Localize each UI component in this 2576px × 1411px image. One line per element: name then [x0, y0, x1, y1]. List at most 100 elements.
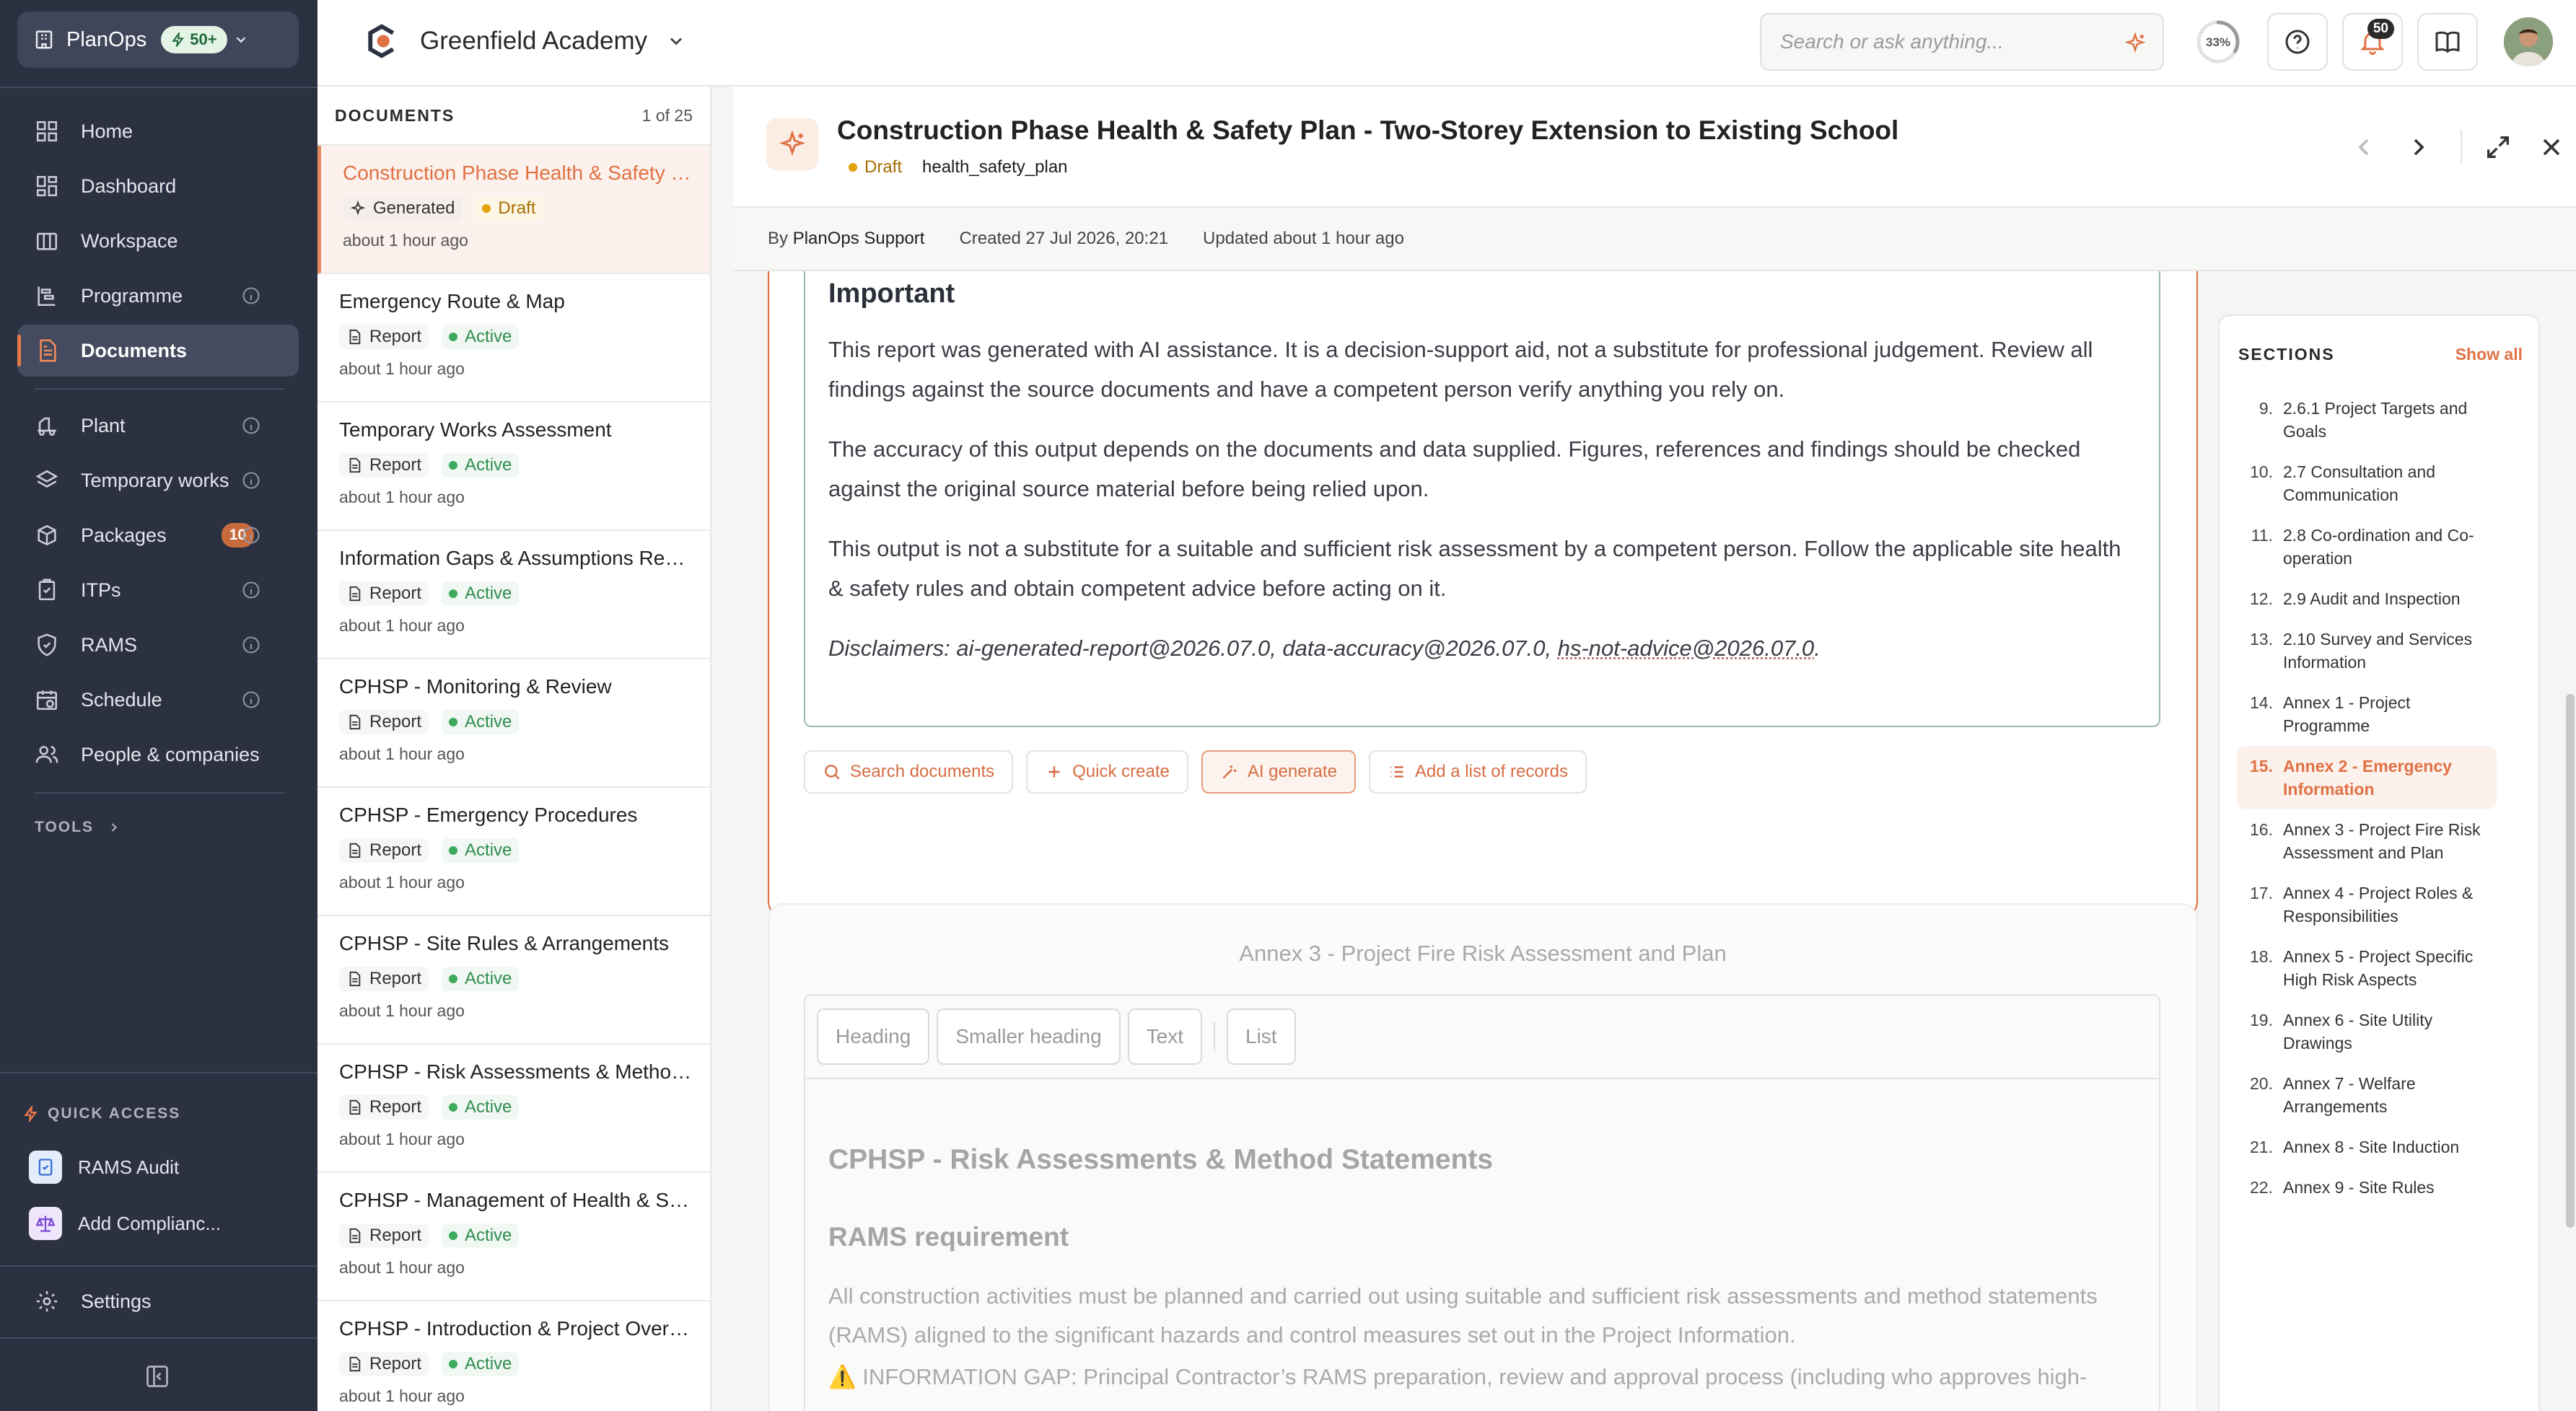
- section-link[interactable]: 13. 2.10 Survey and Services Information: [2237, 619, 2497, 682]
- sections-panel: SECTIONS Show all 9. 2.6.1 Project Target…: [2218, 315, 2540, 1411]
- section-label: 2.9 Audit and Inspection: [2283, 589, 2461, 608]
- add-list-of-records-button[interactable]: Add a list of records: [1368, 750, 1587, 794]
- chevron-left-icon[interactable]: [2349, 133, 2378, 162]
- section-link[interactable]: 22. Annex 9 - Site Rules: [2237, 1167, 2497, 1208]
- status-badge: Active: [442, 581, 520, 606]
- sidebar: PlanOps 50+ Home Dashboard Workspace Pro…: [0, 0, 317, 1411]
- document-list-item[interactable]: Temporary Works Assessment Report Active ab…: [317, 403, 710, 531]
- nav-people-companies[interactable]: People & companies: [17, 729, 299, 781]
- quick-access-add-compliance[interactable]: Add Complianc...: [29, 1202, 221, 1245]
- section-link[interactable]: 14. Annex 1 - Project Programme: [2237, 682, 2497, 746]
- section-link[interactable]: 20. Annex 7 - Welfare Arrangements: [2237, 1063, 2497, 1127]
- section-link[interactable]: 16. Annex 3 - Project Fire Risk Assessmen…: [2237, 809, 2497, 873]
- sections-heading: SECTIONS: [2238, 345, 2335, 364]
- heading-button[interactable]: Heading: [817, 1008, 930, 1065]
- nav-rams[interactable]: RAMS: [17, 619, 299, 671]
- document-list-item[interactable]: Information Gaps & Assumptions Register R…: [317, 531, 710, 659]
- help-button[interactable]: [2267, 13, 2328, 71]
- search-input[interactable]: Search or ask anything...: [1760, 13, 2164, 71]
- nav-dashboard[interactable]: Dashboard: [17, 160, 299, 212]
- notifications-button[interactable]: 50: [2342, 13, 2403, 71]
- expand-icon[interactable]: [2484, 133, 2513, 162]
- notification-count-badge: 50: [2367, 19, 2394, 39]
- smaller-heading-button[interactable]: Smaller heading: [937, 1008, 1121, 1065]
- project-switcher[interactable]: Greenfield Academy: [362, 22, 686, 61]
- document-list-item[interactable]: CPHSP - Introduction & Project Overview R…: [317, 1301, 710, 1411]
- document-list-item[interactable]: CPHSP - Monitoring & Review Report Active a…: [317, 659, 710, 788]
- docs-button[interactable]: [2417, 13, 2478, 71]
- important-paragraph: This output is not a substitute for a su…: [828, 536, 2121, 601]
- document-count: 1 of 25: [641, 105, 693, 125]
- disclaimer-link[interactable]: hs-not-advice@2026.07.0: [1558, 636, 1814, 661]
- status-badge: Active: [442, 325, 520, 349]
- document-list-item-time: about 1 hour ago: [339, 359, 465, 378]
- collapse-sidebar-icon[interactable]: [144, 1363, 170, 1389]
- nav-documents[interactable]: Documents: [17, 325, 299, 377]
- nav-workspace[interactable]: Workspace: [17, 215, 299, 267]
- progress-ring[interactable]: 33%: [2195, 19, 2241, 65]
- nav-settings[interactable]: Settings: [17, 1275, 299, 1327]
- workspace-switcher[interactable]: PlanOps 50+: [17, 12, 299, 68]
- section-link[interactable]: 9. 2.6.1 Project Targets and Goals: [2237, 388, 2497, 452]
- nav-temporary-works[interactable]: Temporary works: [17, 454, 299, 506]
- document-meta: By PlanOps Support Created 27 Jul 2026, …: [733, 208, 2576, 271]
- programme-icon: [38, 286, 56, 307]
- user-avatar[interactable]: [2504, 17, 2553, 66]
- list-button[interactable]: List: [1227, 1008, 1296, 1065]
- status-badge: Active: [442, 1095, 520, 1120]
- document-type-tag: Report: [339, 967, 429, 991]
- nav-packages[interactable]: Packages 10: [17, 509, 299, 561]
- progress-label: 33%: [2206, 35, 2230, 49]
- section-link[interactable]: 17. Annex 4 - Project Roles & Responsibil…: [2237, 873, 2497, 936]
- close-icon[interactable]: [2537, 133, 2566, 162]
- document-list-item-title: CPHSP - Site Rules & Arrangements: [339, 932, 670, 954]
- section-number: 20.: [2250, 1074, 2273, 1093]
- nav-plant[interactable]: Plant: [17, 400, 299, 452]
- section-link[interactable]: 19. Annex 6 - Site Utility Drawings: [2237, 1000, 2497, 1063]
- search-icon: [825, 765, 840, 780]
- document-list-item[interactable]: CPHSP - Risk Assessments & Method Statem…: [317, 1045, 710, 1173]
- info-icon[interactable]: [241, 635, 261, 655]
- ai-generate-button[interactable]: AI generate: [1201, 750, 1356, 794]
- document-list-item-time: about 1 hour ago: [339, 744, 465, 763]
- info-icon[interactable]: [241, 525, 261, 545]
- chevron-right-icon[interactable]: [2404, 133, 2433, 162]
- scrollbar[interactable]: [2566, 694, 2575, 1228]
- info-icon[interactable]: [241, 286, 261, 306]
- section-label: Annex 9 - Site Rules: [2283, 1178, 2435, 1197]
- document-list-item[interactable]: Construction Phase Health & Safety Plan …: [317, 146, 710, 274]
- document-title: Construction Phase Health & Safety Plan …: [837, 115, 1899, 145]
- show-all-link[interactable]: Show all: [2455, 345, 2523, 364]
- section-number: 10.: [2250, 462, 2273, 481]
- info-icon[interactable]: [241, 470, 261, 491]
- text-button[interactable]: Text: [1127, 1008, 1203, 1065]
- section-link[interactable]: 18. Annex 5 - Project Specific High Risk …: [2237, 936, 2497, 1000]
- search-documents-button[interactable]: Search documents: [804, 750, 1014, 794]
- document-type: health_safety_plan: [922, 157, 1068, 177]
- nav-itps[interactable]: ITPs: [17, 564, 299, 616]
- section-link[interactable]: 12. 2.9 Audit and Inspection: [2237, 579, 2497, 619]
- nav-home[interactable]: Home: [17, 105, 299, 157]
- quick-create-button[interactable]: Quick create: [1026, 750, 1188, 794]
- document-type-tag: Report: [339, 1223, 429, 1248]
- nav-programme[interactable]: Programme: [17, 270, 299, 322]
- section-link[interactable]: 10. 2.7 Consultation and Communication: [2237, 452, 2497, 515]
- app-name: PlanOps: [66, 27, 147, 51]
- document-list-item[interactable]: Emergency Route & Map Report Active about 1…: [317, 274, 710, 403]
- section-link[interactable]: 11. 2.8 Co-ordination and Co-operation: [2237, 515, 2497, 579]
- document-list-item[interactable]: CPHSP - Site Rules & Arrangements Report A…: [317, 916, 710, 1045]
- info-icon[interactable]: [241, 580, 261, 600]
- quick-access-rams-audit[interactable]: RAMS Audit: [29, 1146, 179, 1189]
- updated-date: Updated about 1 hour ago: [1203, 229, 1404, 248]
- nav-schedule[interactable]: Schedule: [17, 674, 299, 726]
- document-list-item[interactable]: CPHSP - Management of Health & Safety Rep…: [317, 1173, 710, 1301]
- section-link[interactable]: 21. Annex 8 - Site Induction: [2237, 1127, 2497, 1167]
- document-type-tag: Report: [339, 838, 429, 863]
- document-list-item[interactable]: CPHSP - Emergency Procedures Report Active…: [317, 788, 710, 916]
- tools-toggle[interactable]: TOOLS: [35, 819, 121, 836]
- info-icon[interactable]: [241, 416, 261, 436]
- report-icon: [349, 1356, 361, 1372]
- rich-text-editor[interactable]: Heading Smaller heading Text List CPHSP …: [804, 994, 2160, 1411]
- info-icon[interactable]: [241, 690, 261, 710]
- section-link[interactable]: 15. Annex 2 - Emergency Information: [2237, 746, 2497, 809]
